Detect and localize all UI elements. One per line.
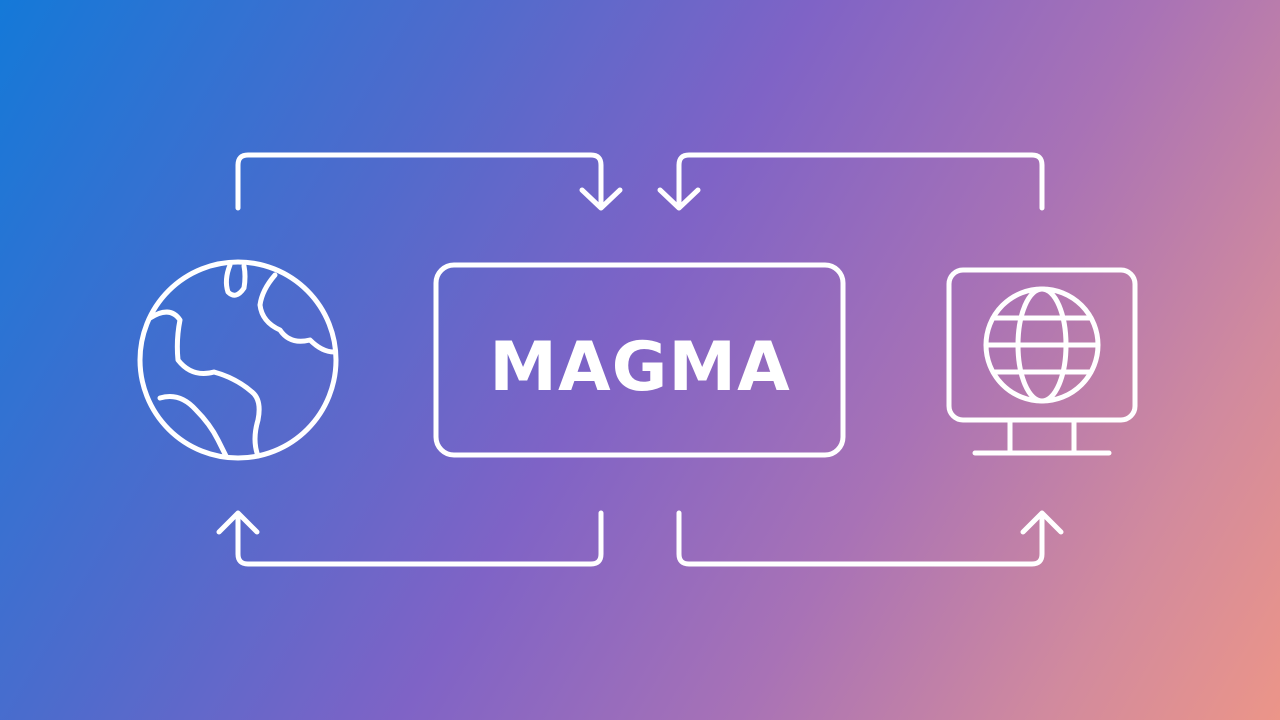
diagram-canvas: MAGMA [0,0,1280,720]
earth-globe-icon [137,259,339,461]
arrow-monitor-to-magma [657,152,1045,211]
monitor-with-globe-icon [946,267,1138,456]
arrow-globe-to-magma [235,152,623,211]
magma-title: MAGMA [489,328,790,407]
diagram-svg: MAGMA [137,152,1138,567]
magma-box: MAGMA [433,262,846,458]
arrow-magma-to-monitor [676,510,1064,567]
arrow-magma-to-globe [216,510,604,567]
